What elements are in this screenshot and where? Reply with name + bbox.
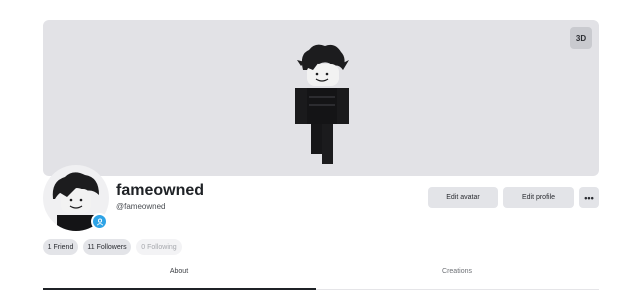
more-options-button[interactable]: •••: [579, 187, 599, 208]
view-3d-button[interactable]: 3D: [570, 27, 592, 49]
tab-creations[interactable]: Creations: [321, 268, 593, 275]
profile-display-name: fameowned: [116, 182, 205, 199]
friends-count-button[interactable]: 1 Friend: [43, 239, 78, 255]
edit-avatar-button[interactable]: Edit avatar: [428, 187, 498, 208]
following-count-button[interactable]: 0 Following: [136, 239, 182, 255]
tab-about[interactable]: About: [43, 268, 315, 275]
status-badge: [91, 213, 108, 230]
avatar-3d-model[interactable]: [289, 40, 355, 170]
followers-count-button[interactable]: 11 Followers: [83, 239, 131, 255]
profile-banner: 3D: [43, 20, 599, 176]
profile-handle: @fameowned: [116, 202, 166, 211]
active-tab-indicator: [43, 288, 316, 290]
user-icon: [96, 218, 103, 226]
edit-profile-button[interactable]: Edit profile: [503, 187, 574, 208]
